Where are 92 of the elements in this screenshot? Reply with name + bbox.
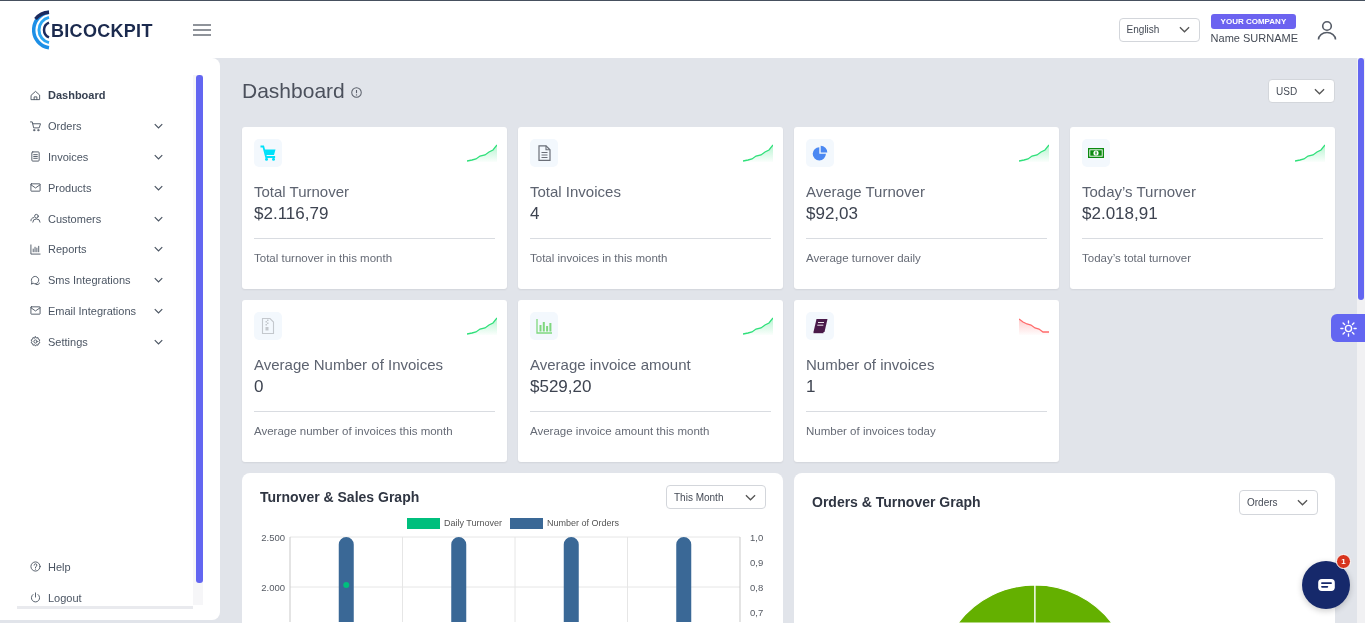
axis-tick-label: 0,8 — [750, 581, 764, 593]
stat-title: Average Turnover — [806, 182, 926, 202]
chevron-down-icon — [154, 123, 163, 130]
bar-chart-icon — [530, 312, 558, 340]
help-icon — [30, 561, 41, 573]
cart-icon — [30, 120, 41, 132]
sidebar-item[interactable]: Logout — [30, 582, 163, 613]
sidebar-item[interactable]: Sms Integrations — [30, 264, 163, 296]
stat-value: 1 — [806, 376, 817, 398]
period-select[interactable]: This Month — [666, 485, 766, 509]
stat-value: $92,03 — [806, 203, 859, 225]
axis-tick-label: 2.000 — [261, 581, 285, 593]
legend-swatch-icon[interactable] — [406, 517, 440, 529]
stat-value: 4 — [530, 203, 541, 225]
sidebar-item[interactable]: Dashboard — [30, 80, 163, 111]
language-select[interactable]: English — [1118, 17, 1200, 42]
info-icon[interactable] — [350, 86, 362, 98]
stat-value: $529,20 — [530, 376, 593, 398]
cart-icon — [254, 139, 282, 167]
currency-select[interactable]: USD — [1268, 79, 1335, 103]
axis-tick-label: 2.500 — [261, 531, 285, 543]
chevron-down-icon — [154, 246, 163, 253]
stat-caption: Total invoices in this month — [530, 251, 669, 266]
theme-toggle-button[interactable] — [1331, 314, 1365, 342]
chevron-down-icon — [154, 338, 163, 345]
legend-label[interactable]: Daily Turnover — [443, 518, 502, 528]
data-point — [343, 582, 350, 588]
company-badge: YOUR COMPANY — [1210, 14, 1297, 29]
power-icon — [30, 592, 41, 604]
user-name: Name SURNAME — [1210, 31, 1298, 45]
stat-value: 0 — [254, 376, 265, 398]
chevron-down-icon — [745, 493, 756, 501]
stat-title: Average invoice amount — [530, 355, 692, 375]
chevron-down-icon — [154, 154, 163, 160]
stat-title: Today’s Turnover — [1082, 182, 1197, 202]
stat-caption: Number of invoices today — [806, 424, 937, 439]
sidebar-item[interactable]: Help — [30, 551, 163, 583]
users-icon — [30, 213, 41, 225]
page-title: Dashboard — [242, 79, 345, 103]
chevron-down-icon — [154, 215, 163, 222]
stat-title: Total Invoices — [530, 182, 622, 202]
axis-tick-label: 1,0 — [750, 531, 764, 543]
chevron-down-icon — [1314, 87, 1325, 95]
envelope-icon — [30, 182, 41, 194]
scrollbar-thumb[interactable] — [1358, 58, 1364, 300]
envelope-icon — [30, 305, 41, 317]
bar-chart-icon — [30, 243, 41, 255]
stat-caption: Today’s total turnover — [1082, 251, 1193, 266]
stat-caption: Total turnover in this month — [254, 251, 394, 266]
logo-text[interactable]: BICOCKPIT — [51, 20, 153, 42]
document-icon — [530, 139, 558, 167]
stat-caption: Average number of invoices this month — [254, 424, 454, 439]
axis-tick-label: 0,9 — [750, 556, 764, 568]
chevron-down-icon — [1297, 498, 1308, 506]
stat-title: Average Number of Invoices — [254, 355, 444, 375]
axis-tick-label: 0,7 — [750, 606, 764, 618]
home-icon — [30, 89, 41, 101]
scrollbar-thumb[interactable] — [196, 75, 203, 583]
period-select[interactable]: Orders — [1239, 489, 1318, 515]
book-icon — [806, 312, 834, 340]
stat-title: Number of invoices — [806, 355, 936, 375]
legend-label[interactable]: Number of Orders — [547, 518, 620, 528]
settings-icon — [30, 336, 41, 348]
sidebar-item[interactable]: Customers — [30, 203, 163, 234]
stat-caption: Average invoice amount this month — [530, 424, 711, 439]
document-icon — [30, 151, 41, 163]
menu-icon[interactable] — [193, 23, 211, 36]
chat-bubbles-icon — [30, 274, 41, 286]
user-icon[interactable] — [1317, 19, 1337, 40]
zip-file-icon — [254, 312, 282, 340]
stat-value: $2.018,91 — [1082, 203, 1159, 225]
chart-title: Orders & Turnover Graph — [812, 494, 981, 510]
chevron-down-icon — [154, 307, 163, 314]
stat-title: Total Turnover — [254, 182, 351, 202]
sidebar-item[interactable]: Reports — [30, 234, 163, 265]
chevron-down-icon — [1178, 26, 1190, 33]
stat-value: $2.116,79 — [254, 203, 330, 225]
sidebar-item[interactable]: Products — [30, 172, 163, 204]
sun-icon — [1339, 319, 1357, 337]
sidebar-item[interactable]: Invoices — [30, 141, 163, 173]
pie-chart-icon — [806, 139, 834, 167]
sidebar-item[interactable]: Orders — [30, 110, 163, 142]
logo-icon — [32, 9, 50, 50]
banknote-icon — [1082, 139, 1110, 167]
legend-swatch-icon[interactable] — [510, 517, 543, 529]
chevron-down-icon — [154, 277, 163, 284]
chat-icon — [1317, 579, 1335, 591]
stat-caption: Average turnover daily — [806, 251, 922, 266]
chevron-down-icon — [154, 184, 163, 191]
chart-title: Turnover & Sales Graph — [260, 489, 420, 505]
sidebar-item[interactable]: Settings — [30, 326, 163, 358]
sidebar-item[interactable]: Email Integrations — [30, 295, 163, 327]
